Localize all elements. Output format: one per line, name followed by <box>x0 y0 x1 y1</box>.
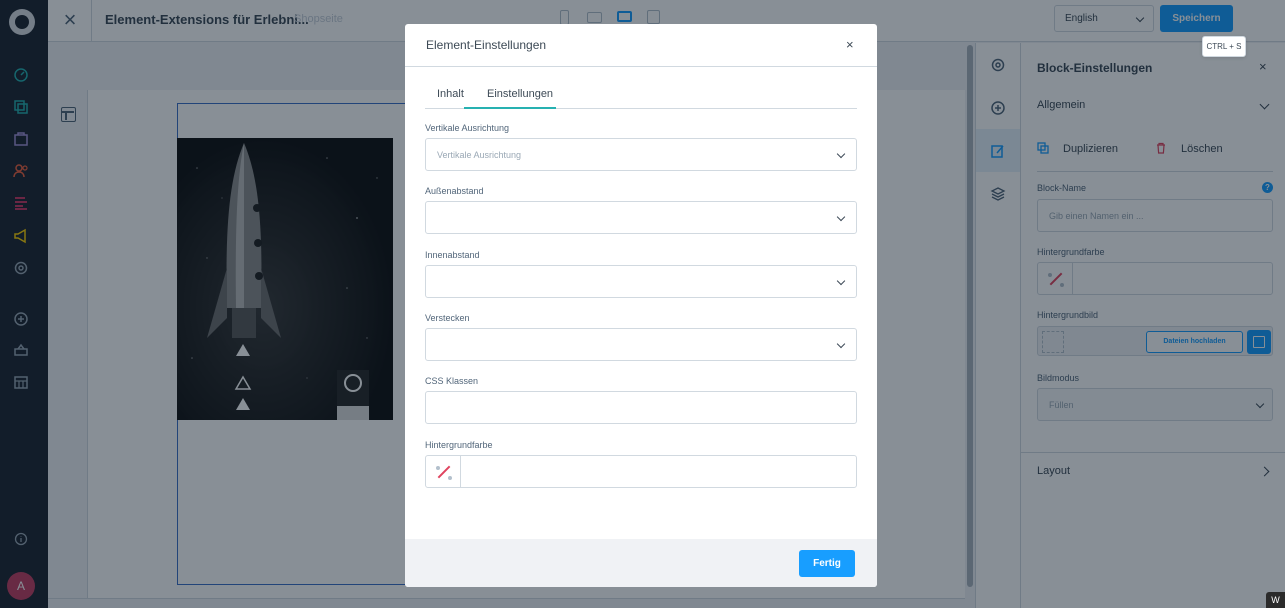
save-shortcut-tooltip: CTRL + S <box>1202 36 1246 57</box>
margin-select[interactable] <box>425 201 857 234</box>
corner-badge[interactable]: W <box>1266 592 1285 608</box>
padding-label: Innenabstand <box>425 250 480 260</box>
chevron-down-icon <box>836 276 846 286</box>
modal-title: Element-Einstellungen <box>426 38 547 52</box>
hide-select[interactable] <box>425 328 857 361</box>
swatch-dot <box>448 476 452 480</box>
css-classes-label: CSS Klassen <box>425 376 479 386</box>
chevron-down-icon <box>836 212 846 222</box>
modal-close-icon[interactable]: × <box>846 37 854 52</box>
padding-select[interactable] <box>425 265 857 298</box>
tab-active-indicator <box>464 107 556 109</box>
modal-tabs: Inhalt Einstellungen <box>425 85 857 109</box>
tab-settings[interactable]: Einstellungen <box>487 88 553 100</box>
modal-footer: Fertig <box>405 539 877 587</box>
hide-label: Verstecken <box>425 313 470 323</box>
vertical-align-select[interactable]: Vertikale Ausrichtung <box>425 138 857 171</box>
color-swatch[interactable] <box>426 456 461 487</box>
done-button[interactable]: Fertig <box>799 550 855 577</box>
css-classes-input[interactable] <box>425 391 857 424</box>
vertical-align-label: Vertikale Ausrichtung <box>425 123 510 133</box>
chevron-down-icon <box>836 339 846 349</box>
chevron-down-icon <box>836 149 846 159</box>
swatch-dot <box>436 466 440 470</box>
modal-bg-color-label: Hintergrundfarbe <box>425 440 493 450</box>
element-settings-modal: Element-Einstellungen × Inhalt Einstellu… <box>405 24 877 587</box>
margin-label: Außenabstand <box>425 186 484 196</box>
modal-header-divider <box>405 66 877 67</box>
modal-bg-color-picker[interactable] <box>425 455 857 488</box>
vertical-align-placeholder: Vertikale Ausrichtung <box>437 150 522 160</box>
tab-content[interactable]: Inhalt <box>437 88 464 100</box>
